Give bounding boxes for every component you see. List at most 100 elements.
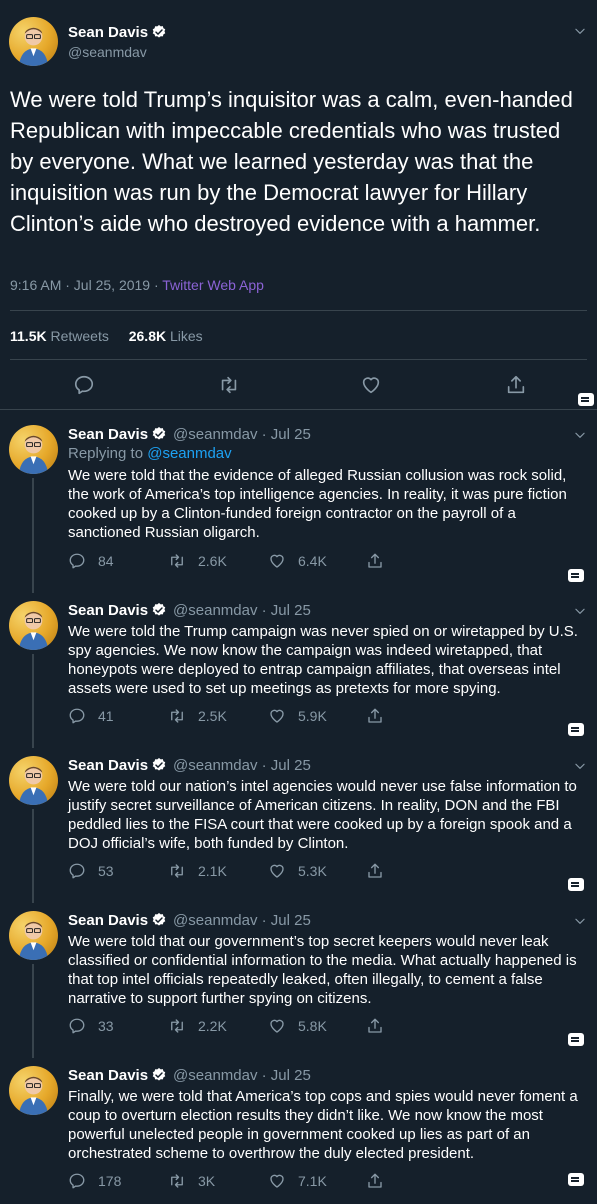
share-button[interactable]	[366, 1172, 396, 1190]
reply-tweet[interactable]: Sean Davis @seanmdav · Jul 25 Finally, we…	[0, 1066, 597, 1204]
reply-actions: 178 3K 7.1K	[68, 1172, 468, 1192]
reply-icon	[68, 862, 86, 880]
retweet-button[interactable]: 2.5K	[168, 707, 227, 725]
reply-tweet[interactable]: Sean Davis @seanmdav · Jul 25 We were tol…	[0, 601, 597, 751]
reply-text: We were told that the evidence of allege…	[68, 467, 567, 541]
verified-badge-icon	[151, 757, 167, 773]
author-handle[interactable]: @seanmdav · Jul 25	[173, 1067, 311, 1084]
share-button[interactable]	[366, 862, 396, 880]
tweet-timestamp[interactable]: 9:16 AM · Jul 25, 2019 ·	[10, 277, 162, 293]
author-avatar[interactable]	[9, 756, 58, 805]
reply-actions: 53 2.1K 5.3K	[68, 862, 468, 882]
share-button[interactable]	[366, 707, 396, 725]
author-avatar[interactable]	[9, 911, 58, 960]
reply-actions: 33 2.2K 5.8K	[68, 1017, 468, 1037]
share-icon[interactable]	[505, 374, 527, 396]
reply-icon	[68, 1172, 86, 1190]
note-icon	[568, 723, 584, 736]
reply-button[interactable]: 53	[68, 862, 114, 880]
chevron-down-icon[interactable]	[573, 759, 587, 773]
note-icon	[578, 393, 594, 406]
author-name[interactable]: Sean Davis	[68, 912, 148, 929]
reply-button[interactable]: 178	[68, 1172, 121, 1190]
verified-badge-icon	[151, 426, 167, 442]
share-button[interactable]	[366, 552, 396, 570]
author-name[interactable]: Sean Davis	[68, 426, 148, 443]
reply-button[interactable]: 84	[68, 552, 114, 570]
reply-text: We were told the Trump campaign was neve…	[68, 623, 578, 697]
like-button[interactable]: 6.4K	[268, 552, 327, 570]
chevron-down-icon[interactable]	[573, 24, 587, 38]
reply-button[interactable]: 41	[68, 707, 114, 725]
retweet-count: 2.6K	[198, 553, 227, 569]
verified-badge-icon	[151, 912, 167, 928]
like-icon[interactable]	[360, 374, 382, 396]
author-avatar[interactable]	[9, 601, 58, 650]
reply-tweet[interactable]: Sean Davis @seanmdav · Jul 25 Replying to…	[0, 425, 597, 595]
author-handle[interactable]: @seanmdav · Jul 25	[173, 602, 311, 619]
reply-header: Sean Davis @seanmdav · Jul 25	[68, 912, 311, 929]
share-icon	[366, 552, 384, 570]
chevron-down-icon[interactable]	[573, 428, 587, 442]
reply-count: 84	[98, 553, 114, 569]
reply-button[interactable]: 33	[68, 1017, 114, 1035]
reply-text: We were told our nation’s intel agencies…	[68, 778, 577, 852]
author-avatar[interactable]	[9, 1066, 58, 1115]
author-handle[interactable]: @seanmdav · Jul 25	[173, 757, 311, 774]
reply-icon[interactable]	[73, 374, 95, 396]
reply-text: We were told that our government’s top s…	[68, 933, 577, 1007]
retweet-button[interactable]: 2.1K	[168, 862, 227, 880]
likes-stat[interactable]: 26.8K Likes	[129, 328, 203, 344]
reply-count: 53	[98, 863, 114, 879]
tweet-meta: 9:16 AM · Jul 25, 2019 · Twitter Web App	[10, 277, 264, 293]
retweet-icon	[168, 707, 186, 725]
retweets-count: 11.5K	[10, 328, 47, 344]
like-count: 5.3K	[298, 863, 327, 879]
chevron-down-icon[interactable]	[573, 604, 587, 618]
share-icon	[366, 707, 384, 725]
author-handle[interactable]: @seanmdav · Jul 25	[173, 426, 311, 443]
reply-tweet[interactable]: Sean Davis @seanmdav · Jul 25 We were tol…	[0, 911, 597, 1061]
author-avatar[interactable]	[9, 425, 58, 474]
like-button[interactable]: 5.3K	[268, 862, 327, 880]
reply-count: 178	[98, 1173, 122, 1189]
divider	[10, 310, 587, 311]
like-button[interactable]: 5.8K	[268, 1017, 327, 1035]
author-name[interactable]: Sean Davis	[68, 757, 148, 774]
retweet-button[interactable]: 2.2K	[168, 1017, 227, 1035]
like-button[interactable]: 5.9K	[268, 707, 327, 725]
like-icon	[268, 1172, 286, 1190]
replying-to-prefix: Replying to	[68, 445, 148, 462]
likes-label: Likes	[169, 328, 203, 344]
author-name-row: Sean Davis	[68, 24, 167, 42]
retweet-icon[interactable]	[218, 374, 240, 396]
verified-badge-icon	[151, 1067, 167, 1083]
retweets-stat[interactable]: 11.5K Retweets	[10, 328, 109, 344]
reply-header: Sean Davis @seanmdav · Jul 25	[68, 757, 311, 774]
author-name[interactable]: Sean Davis	[68, 602, 148, 619]
divider	[10, 359, 587, 360]
retweet-button[interactable]: 2.6K	[168, 552, 227, 570]
author-name[interactable]: Sean Davis	[68, 1067, 148, 1084]
author-handle[interactable]: @seanmdav	[68, 44, 147, 60]
reply-count: 41	[98, 708, 114, 724]
share-button[interactable]	[366, 1017, 396, 1035]
note-icon	[568, 1033, 584, 1046]
retweet-button[interactable]: 3K	[168, 1172, 215, 1190]
tweet-source[interactable]: Twitter Web App	[162, 277, 264, 293]
author-avatar[interactable]	[9, 17, 58, 66]
share-icon	[366, 862, 384, 880]
retweet-icon	[168, 552, 186, 570]
divider	[0, 409, 597, 410]
reply-icon	[68, 1017, 86, 1035]
chevron-down-icon[interactable]	[573, 914, 587, 928]
author-handle[interactable]: @seanmdav · Jul 25	[173, 912, 311, 929]
replying-to-handle[interactable]: @seanmdav	[147, 445, 231, 462]
author-name[interactable]: Sean Davis	[68, 24, 148, 41]
retweet-icon	[168, 862, 186, 880]
like-icon	[268, 707, 286, 725]
likes-count: 26.8K	[128, 328, 167, 344]
retweet-count: 2.1K	[198, 863, 227, 879]
reply-tweet[interactable]: Sean Davis @seanmdav · Jul 25 We were tol…	[0, 756, 597, 906]
like-button[interactable]: 7.1K	[268, 1172, 327, 1190]
